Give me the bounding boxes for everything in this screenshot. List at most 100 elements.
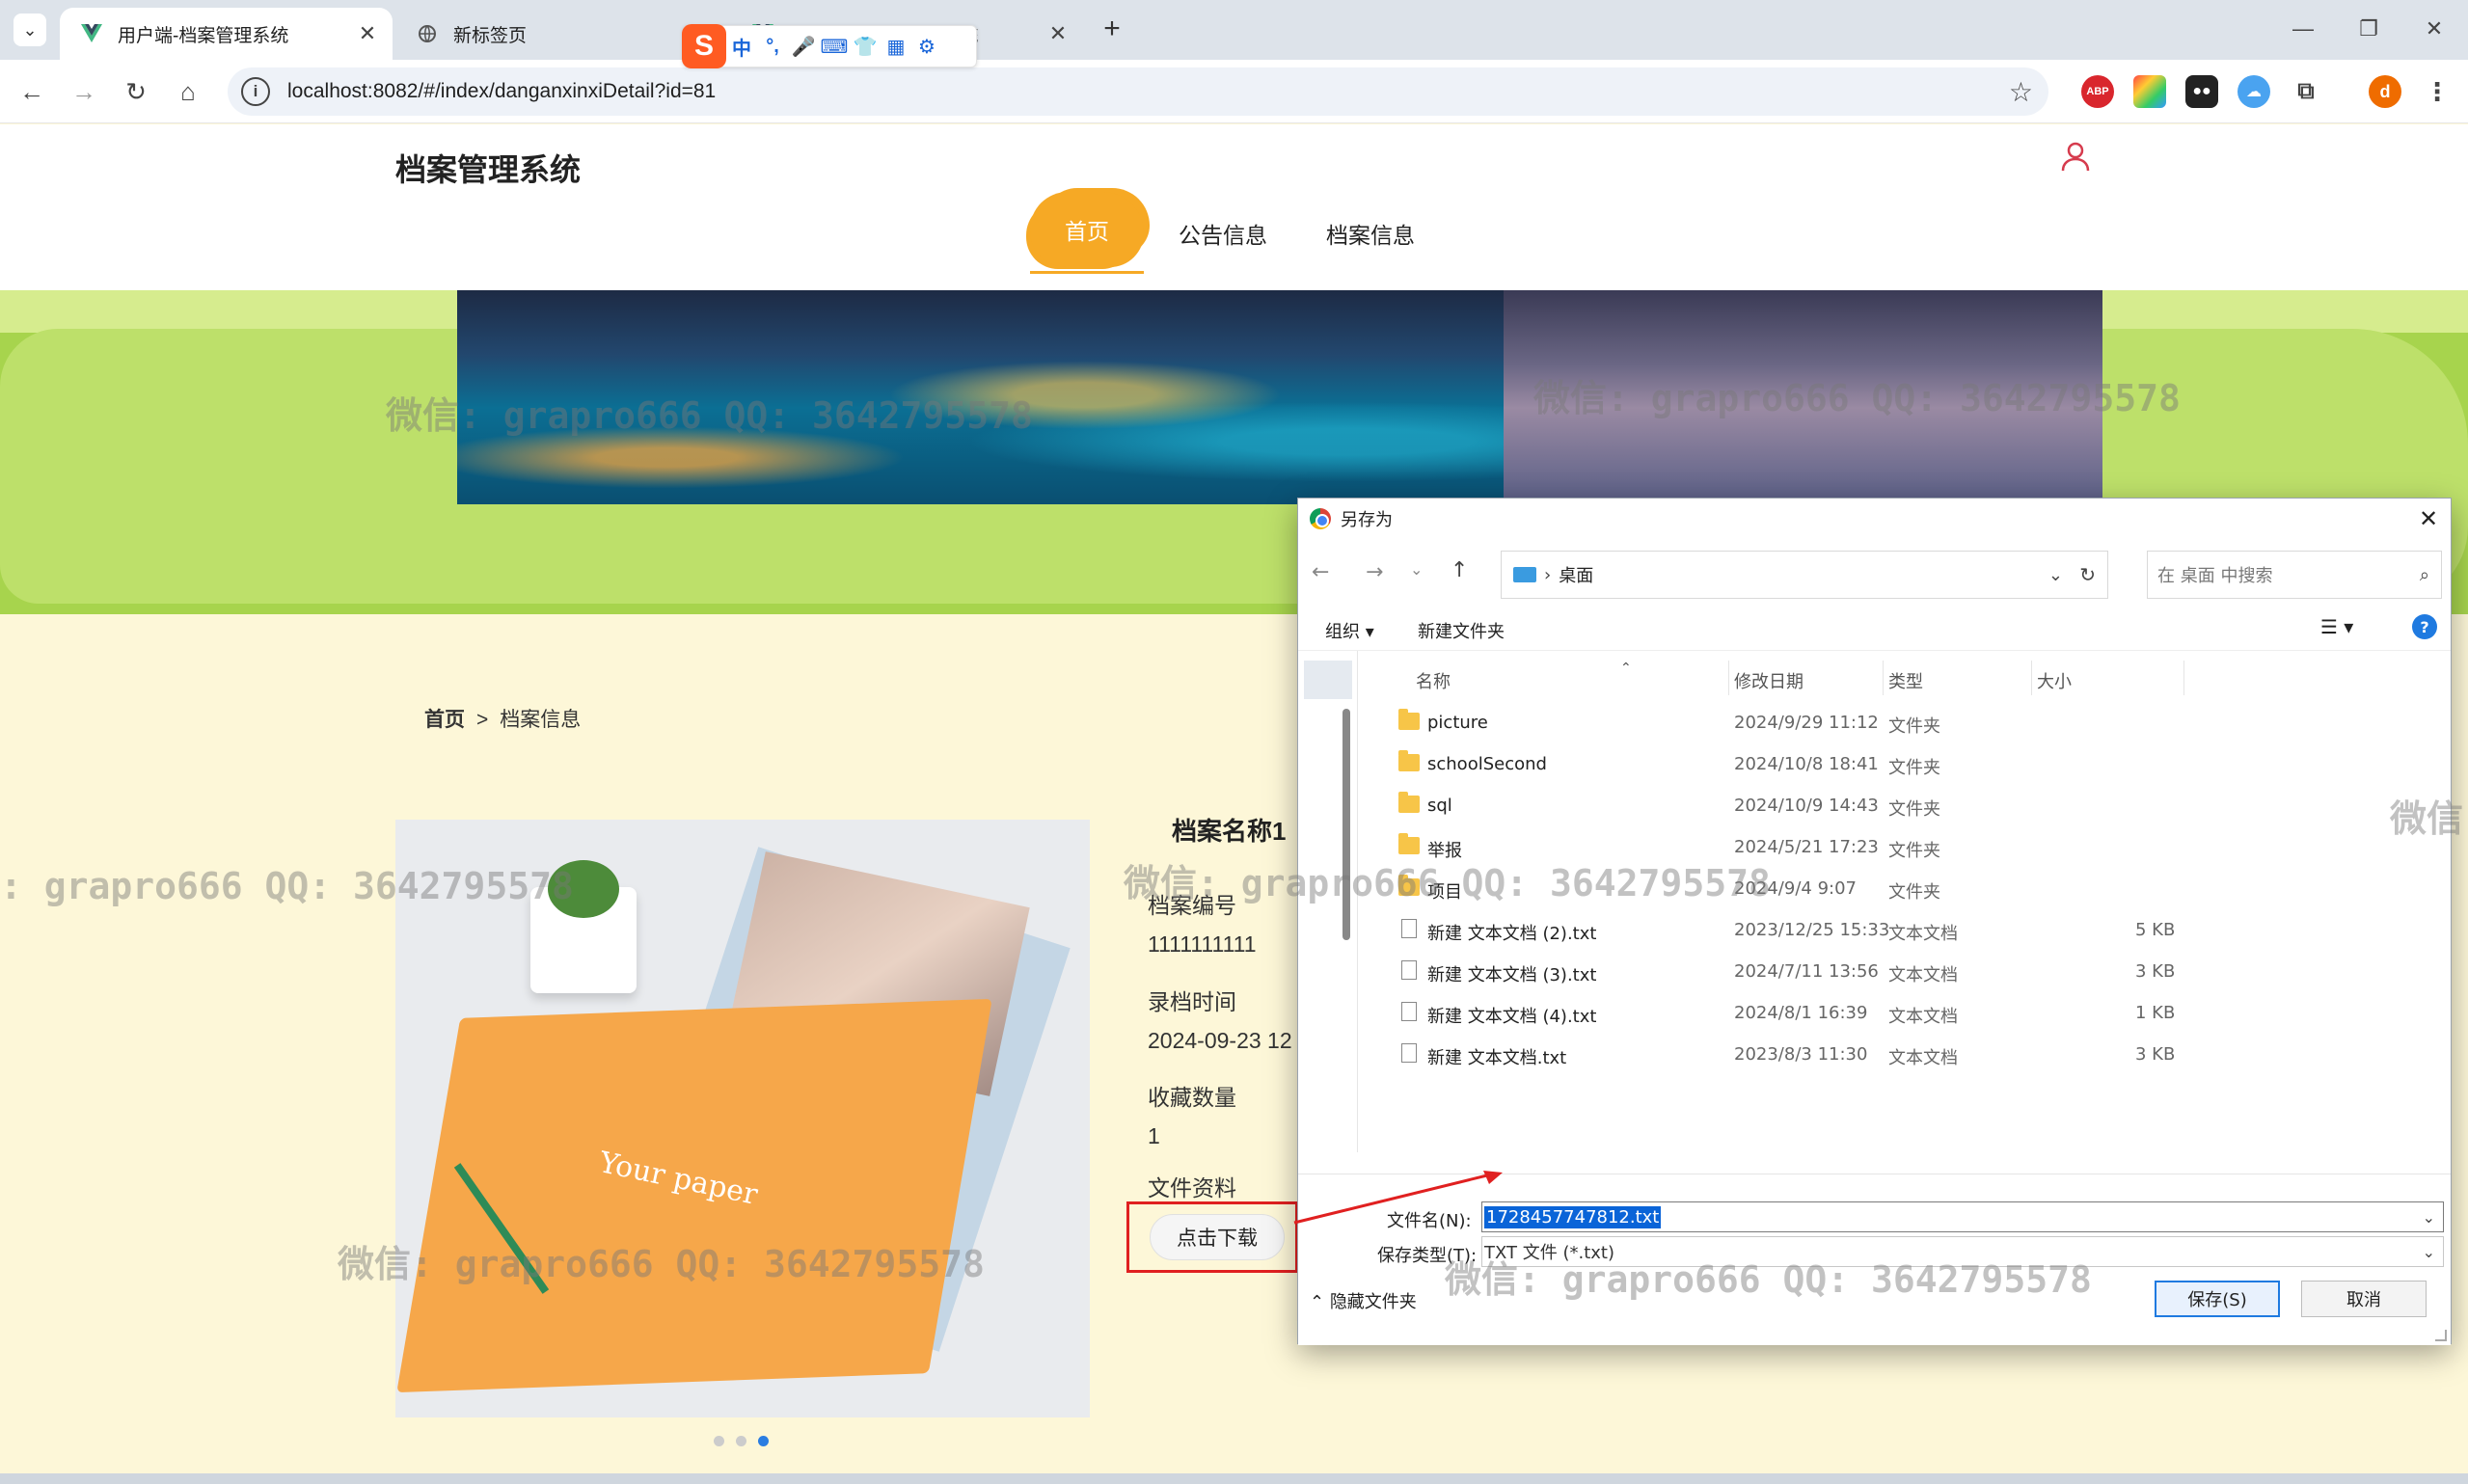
search-icon: ⌕ bbox=[2419, 564, 2429, 585]
puzzle-extensions-icon[interactable]: ⧉ bbox=[2290, 75, 2322, 108]
file-date: 2024/7/11 13:56 bbox=[1734, 961, 1879, 982]
file-row[interactable]: 新建 文本文档 (3).txt 2024/7/11 13:56 文本文档 3 K… bbox=[1383, 952, 2425, 990]
file-list-header: 名称 ⌃ 修改日期 类型 大小 bbox=[1383, 661, 2425, 695]
file-row[interactable]: sql 2024/10/9 14:43 文件夹 bbox=[1383, 786, 2425, 824]
cancel-button[interactable]: 取消 bbox=[2301, 1281, 2427, 1317]
organize-button[interactable]: 组织 ▾ bbox=[1325, 618, 1374, 643]
column-divider[interactable] bbox=[1883, 661, 1884, 695]
reload-icon[interactable]: ↻ bbox=[118, 73, 154, 110]
filename-field[interactable]: 1728457747812.txt ⌄ bbox=[1481, 1201, 2444, 1232]
site-info-icon[interactable]: i bbox=[241, 77, 270, 106]
avatar[interactable]: d bbox=[2369, 75, 2401, 108]
keyboard-icon[interactable]: ⌨ bbox=[819, 35, 850, 59]
ime-punctuation[interactable]: °, bbox=[757, 36, 788, 58]
address-bar[interactable]: i localhost:8082/#/index/danganxinxiDeta… bbox=[228, 67, 2048, 116]
minimize-icon[interactable]: — bbox=[2284, 10, 2322, 48]
sogou-logo-icon[interactable]: S bbox=[682, 24, 726, 68]
file-row[interactable]: picture 2024/9/29 11:12 文件夹 bbox=[1383, 703, 2425, 742]
close-icon[interactable]: ✕ bbox=[1044, 20, 1071, 47]
chevron-down-icon[interactable]: ⌄ bbox=[2423, 1243, 2435, 1261]
adblock-extension-icon[interactable]: ABP bbox=[2081, 75, 2114, 108]
navigation-pane[interactable] bbox=[1298, 651, 1358, 1152]
close-icon[interactable]: ✕ bbox=[2414, 504, 2443, 533]
nav-home[interactable]: 首页 bbox=[1030, 192, 1144, 267]
microphone-icon[interactable]: 🎤 bbox=[788, 35, 819, 59]
back-arrow-icon[interactable]: ← bbox=[14, 73, 50, 110]
file-date: 2023/12/25 15:33 bbox=[1734, 920, 1890, 940]
file-row[interactable]: 举报 2024/5/21 17:23 文件夹 bbox=[1383, 827, 2425, 866]
column-size[interactable]: 大小 bbox=[2037, 668, 2072, 693]
home-icon[interactable]: ⌂ bbox=[170, 73, 206, 110]
column-name[interactable]: 名称 bbox=[1416, 668, 1451, 693]
file-row[interactable]: 新建 文本文档 (4).txt 2024/8/1 16:39 文本文档 1 KB bbox=[1383, 993, 2425, 1032]
settings-icon[interactable]: ⚙ bbox=[911, 35, 942, 59]
view-options-icon[interactable]: ☰ ▾ bbox=[2320, 615, 2353, 638]
file-size: 5 KB bbox=[2135, 920, 2176, 940]
column-divider[interactable] bbox=[1728, 661, 1729, 695]
url-text[interactable]: localhost:8082/#/index/danganxinxiDetail… bbox=[287, 80, 716, 103]
back-arrow-icon[interactable]: ← bbox=[1312, 560, 1329, 584]
user-icon[interactable] bbox=[2059, 140, 2092, 173]
file-row[interactable]: schoolSecond 2024/10/8 18:41 文件夹 bbox=[1383, 744, 2425, 783]
dialog-titlebar[interactable]: 另存为 ✕ bbox=[1298, 499, 2451, 539]
close-window-icon[interactable]: ✕ bbox=[2415, 10, 2454, 48]
field-label-file: 文件资料 bbox=[1148, 1175, 1236, 1201]
search-input[interactable]: 在 桌面 中搜索 ⌕ bbox=[2147, 551, 2442, 599]
cloud-extension-icon[interactable]: ☁ bbox=[2237, 75, 2270, 108]
resize-grip[interactable] bbox=[2435, 1330, 2447, 1341]
up-arrow-icon[interactable]: ↑ bbox=[1451, 558, 1468, 582]
file-row[interactable]: 新建 文本文档.txt 2023/8/3 11:30 文本文档 3 KB bbox=[1383, 1035, 2425, 1073]
browser-tab[interactable]: 新标签页 ✕ bbox=[395, 8, 728, 60]
column-divider[interactable] bbox=[2031, 661, 2032, 695]
banner-image[interactable] bbox=[457, 290, 2102, 504]
refresh-icon[interactable]: ↻ bbox=[2079, 563, 2096, 586]
breadcrumb: 首页 > 档案信息 bbox=[424, 704, 581, 733]
file-date: 2024/10/9 14:43 bbox=[1734, 796, 1879, 816]
save-button[interactable]: 保存(S) bbox=[2155, 1281, 2280, 1317]
file-name: sql bbox=[1427, 796, 1452, 816]
hide-folders-toggle[interactable]: ⌃ 隐藏文件夹 bbox=[1310, 1288, 1417, 1313]
column-divider[interactable] bbox=[2183, 661, 2184, 695]
carousel-image[interactable]: Your paper bbox=[395, 820, 1090, 1417]
nav-notices[interactable]: 公告信息 bbox=[1179, 217, 1267, 250]
tab-search-button[interactable]: ⌄ bbox=[14, 13, 46, 46]
browser-tab-active[interactable]: 用户端-档案管理系统 ✕ bbox=[60, 8, 393, 60]
field-value-favorites: 1 bbox=[1148, 1123, 1160, 1148]
carousel-dot[interactable] bbox=[714, 1436, 724, 1446]
toolbox-icon[interactable]: ▦ bbox=[881, 35, 911, 59]
file-date: 2024/5/21 17:23 bbox=[1734, 837, 1879, 857]
breadcrumb-home[interactable]: 首页 bbox=[424, 709, 465, 731]
file-row[interactable]: 项目 2024/9/4 9:07 文件夹 bbox=[1383, 869, 2425, 907]
filetype-select[interactable]: TXT 文件 (*.txt) ⌄ bbox=[1481, 1236, 2444, 1267]
new-tab-button[interactable]: + bbox=[1095, 12, 1129, 46]
new-folder-button[interactable]: 新建文件夹 bbox=[1418, 618, 1505, 643]
tampermonkey-extension-icon[interactable]: ●● bbox=[2185, 75, 2218, 108]
skin-icon[interactable]: 👕 bbox=[850, 35, 881, 59]
file-row[interactable]: 新建 文本文档 (2).txt 2023/12/25 15:33 文本文档 5 … bbox=[1383, 910, 2425, 949]
ime-chinese-mode[interactable]: 中 bbox=[726, 33, 757, 61]
carousel-dot[interactable] bbox=[736, 1436, 746, 1446]
restore-icon[interactable]: ❐ bbox=[2349, 10, 2388, 48]
more-menu-icon[interactable]: ⋮ bbox=[2421, 75, 2454, 108]
tab-title: 新标签页 bbox=[453, 25, 528, 46]
nav-pane-scrollbar[interactable] bbox=[1342, 709, 1350, 940]
nav-archives[interactable]: 档案信息 bbox=[1326, 217, 1415, 250]
path-segment-desktop[interactable]: 桌面 bbox=[1559, 562, 1593, 587]
chevron-up-icon: ⌃ bbox=[1310, 1292, 1330, 1312]
file-type: 文本文档 bbox=[1888, 1007, 1958, 1027]
forward-arrow-icon[interactable]: → bbox=[66, 73, 102, 110]
chevron-down-icon[interactable]: ⌄ bbox=[2048, 565, 2063, 585]
forward-arrow-icon[interactable]: → bbox=[1366, 560, 1383, 584]
column-modified[interactable]: 修改日期 bbox=[1734, 668, 1804, 693]
filename-value[interactable]: 1728457747812.txt bbox=[1484, 1205, 1662, 1228]
chevron-down-icon[interactable]: ⌄ bbox=[2423, 1208, 2435, 1227]
close-icon[interactable]: ✕ bbox=[354, 20, 381, 47]
nav-pane-selected-item[interactable] bbox=[1304, 661, 1352, 699]
color-palette-extension-icon[interactable] bbox=[2133, 75, 2166, 108]
recent-locations-icon[interactable]: ⌄ bbox=[1410, 560, 1423, 579]
carousel-dot-active[interactable] bbox=[758, 1436, 769, 1446]
column-type[interactable]: 类型 bbox=[1888, 668, 1923, 693]
path-bar[interactable]: › 桌面 ⌄ ↻ bbox=[1501, 551, 2108, 599]
help-icon[interactable]: ? bbox=[2412, 614, 2437, 639]
bookmark-star-icon[interactable]: ☆ bbox=[2009, 76, 2033, 108]
